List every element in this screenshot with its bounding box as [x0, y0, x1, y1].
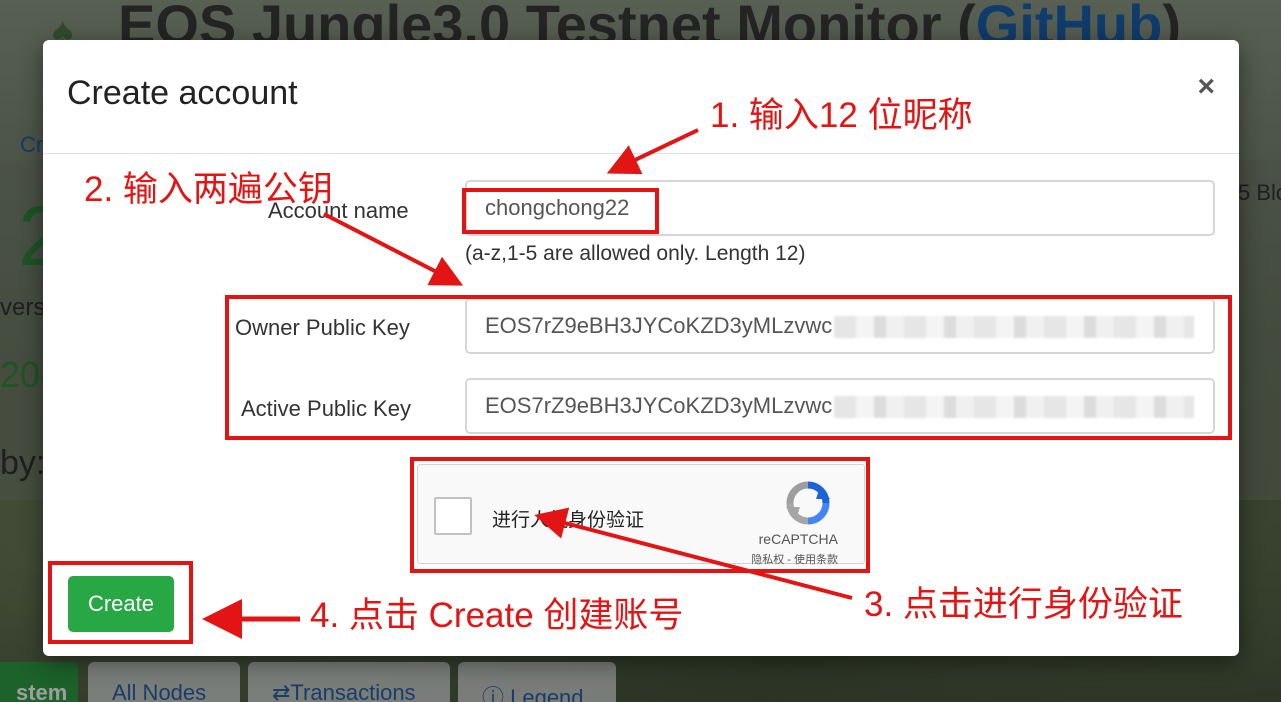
annotation-box-public-keys: [225, 295, 1232, 440]
annotation-step3: 3. 点击进行身份验证: [864, 585, 1183, 624]
annotation-box-recaptcha: [410, 457, 870, 573]
modal-divider: [43, 153, 1239, 154]
modal-title: Create account: [67, 74, 298, 112]
annotation-step4: 4. 点击 Create 创建账号: [310, 596, 684, 635]
annotation-box-create: [48, 561, 193, 644]
annotation-box-account-name: [462, 188, 659, 234]
close-icon[interactable]: ×: [1197, 70, 1215, 104]
annotation-step1: 1. 输入12 位昵称: [710, 96, 973, 135]
account-name-hint: (a-z,1-5 are allowed only. Length 12): [465, 242, 806, 265]
annotation-step2: 2. 输入两遍公钥: [84, 170, 333, 209]
